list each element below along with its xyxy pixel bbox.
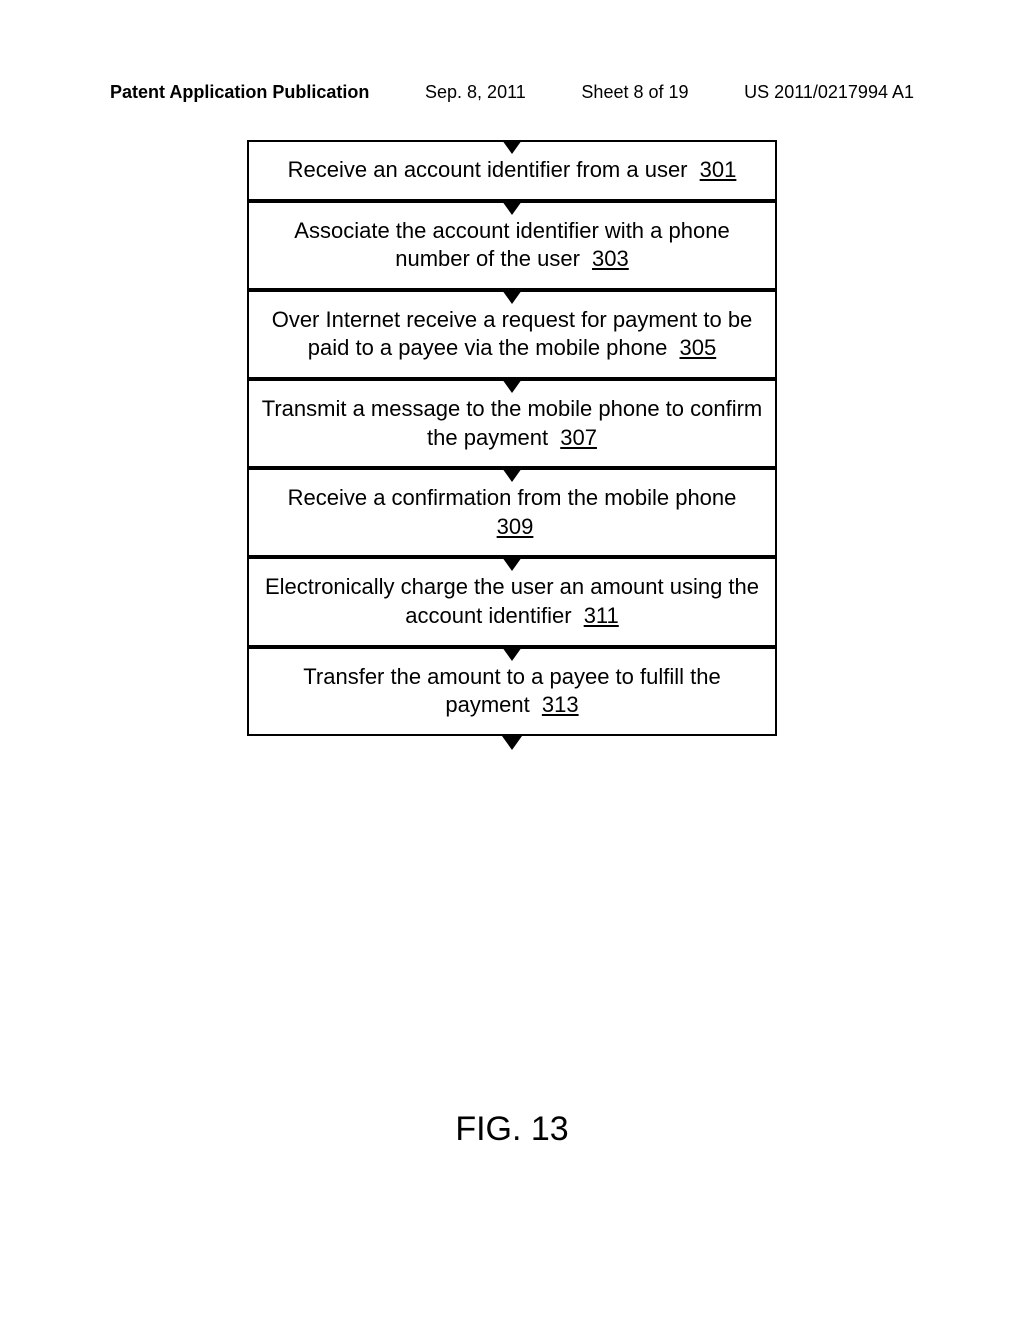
step-text: Transfer the amount to a payee to fulfil…	[303, 664, 720, 718]
step-ref: 307	[560, 425, 597, 450]
page-header: Patent Application Publication Sep. 8, 2…	[110, 82, 914, 103]
step-313: Transfer the amount to a payee to fulfil…	[247, 647, 777, 736]
step-309: Receive a confirmation from the mobile p…	[247, 468, 777, 557]
step-text: Receive an account identifier from a use…	[288, 157, 688, 182]
step-305: Over Internet receive a request for paym…	[247, 290, 777, 379]
step-ref: 305	[680, 335, 717, 360]
step-ref: 313	[542, 692, 579, 717]
header-publication-type: Patent Application Publication	[110, 82, 369, 103]
header-date: Sep. 8, 2011	[425, 82, 526, 103]
patent-page: Patent Application Publication Sep. 8, 2…	[0, 0, 1024, 1320]
step-ref: 309	[497, 514, 534, 539]
step-301: Receive an account identifier from a use…	[247, 140, 777, 201]
header-sheet: Sheet 8 of 19	[581, 82, 688, 103]
step-ref: 311	[584, 603, 619, 628]
step-text: Associate the account identifier with a …	[294, 218, 729, 272]
step-text: Transmit a message to the mobile phone t…	[262, 396, 763, 450]
arrow-head-icon	[502, 736, 522, 750]
step-307: Transmit a message to the mobile phone t…	[247, 379, 777, 468]
flowchart: Receive an account identifier from a use…	[232, 140, 792, 736]
step-text: Electronically charge the user an amount…	[265, 574, 759, 628]
step-ref: 303	[592, 246, 629, 271]
step-311: Electronically charge the user an amount…	[247, 557, 777, 646]
step-ref: 301	[700, 157, 737, 182]
figure-label: FIG. 13	[0, 1110, 1024, 1149]
step-303: Associate the account identifier with a …	[247, 201, 777, 290]
header-pub-number: US 2011/0217994 A1	[744, 82, 914, 103]
step-text: Receive a confirmation from the mobile p…	[288, 485, 737, 510]
